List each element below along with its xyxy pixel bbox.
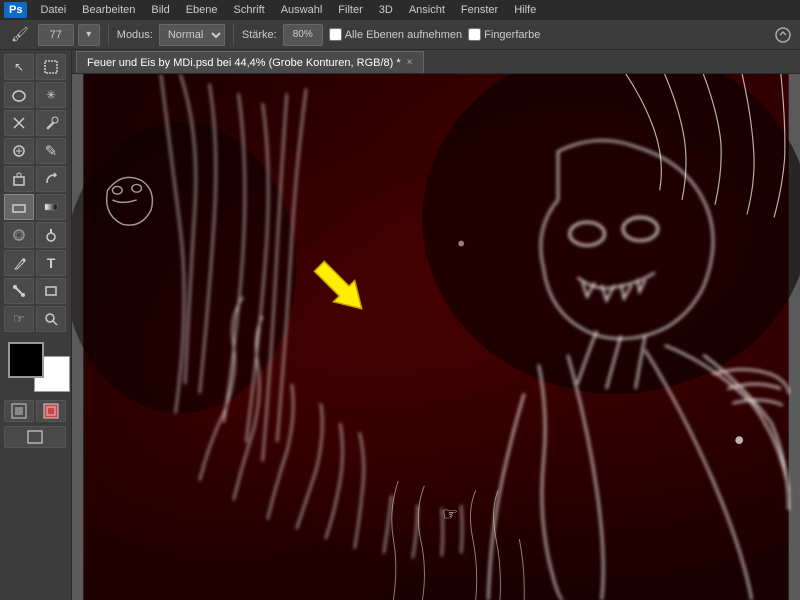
tool-row-1: ↖ bbox=[4, 54, 67, 80]
blur-tool[interactable] bbox=[4, 222, 34, 248]
tool-row-7 bbox=[4, 222, 67, 248]
path-selection-tool[interactable] bbox=[4, 278, 34, 304]
modus-select[interactable]: Normal bbox=[159, 24, 225, 46]
options-bar: 🖌 77 ▾ Modus: Normal Stärke: 80% Alle Eb… bbox=[0, 20, 800, 50]
tool-row-2: ✳ bbox=[4, 82, 67, 108]
fingerfarbe-label: Fingerfarbe bbox=[484, 29, 540, 41]
brush-tool[interactable]: ✎ bbox=[36, 138, 66, 164]
tool-row-10: ☞ bbox=[4, 306, 67, 332]
divider-2 bbox=[233, 25, 234, 45]
zoom-tool[interactable] bbox=[36, 306, 66, 332]
menu-bild[interactable]: Bild bbox=[144, 2, 176, 18]
gradient-tool[interactable] bbox=[36, 194, 66, 220]
tool-row-6 bbox=[4, 194, 67, 220]
tool-row-4: ✎ bbox=[4, 138, 67, 164]
move-tool[interactable]: ↖ bbox=[4, 54, 34, 80]
pen-tool[interactable] bbox=[4, 250, 34, 276]
modus-label: Modus: bbox=[117, 29, 153, 41]
brush-icon-btn[interactable]: 🖌 bbox=[6, 24, 34, 46]
artwork-image bbox=[72, 74, 800, 600]
color-swatches[interactable] bbox=[8, 342, 70, 392]
staerke-value[interactable]: 80% bbox=[283, 24, 323, 46]
menu-ebene[interactable]: Ebene bbox=[179, 2, 225, 18]
menu-datei[interactable]: Datei bbox=[33, 2, 73, 18]
menu-bar: Ps Datei Bearbeiten Bild Ebene Schrift A… bbox=[0, 0, 800, 20]
canvas-area: Feuer und Eis by MDi.psd bei 44,4% (Grob… bbox=[72, 50, 800, 600]
menu-schrift[interactable]: Schrift bbox=[227, 2, 272, 18]
toolbox: ↖ ✳ ✎ bbox=[0, 50, 72, 600]
pressure-btn[interactable] bbox=[772, 24, 794, 46]
screen-mode-row bbox=[4, 426, 67, 448]
document-tab[interactable]: Feuer und Eis by MDi.psd bei 44,4% (Grob… bbox=[76, 51, 424, 73]
menu-ansicht[interactable]: Ansicht bbox=[402, 2, 452, 18]
tool-row-5 bbox=[4, 166, 67, 192]
brush-size-btn[interactable]: 77 bbox=[38, 24, 74, 46]
magic-wand-tool[interactable]: ✳ bbox=[36, 82, 66, 108]
canvas-wrapper[interactable]: ☞ bbox=[72, 74, 800, 600]
quick-mask-off[interactable] bbox=[4, 400, 34, 422]
ps-logo: Ps bbox=[4, 2, 27, 18]
stamp-tool[interactable] bbox=[4, 166, 34, 192]
main-area: ↖ ✳ ✎ bbox=[0, 50, 800, 600]
menu-filter[interactable]: Filter bbox=[331, 2, 369, 18]
history-brush-tool[interactable] bbox=[36, 166, 66, 192]
hand-tool[interactable]: ☞ bbox=[4, 306, 34, 332]
fingerfarbe-group: Fingerfarbe bbox=[468, 28, 540, 41]
tab-bar: Feuer und Eis by MDi.psd bei 44,4% (Grob… bbox=[72, 50, 800, 74]
eraser-tool[interactable] bbox=[4, 194, 34, 220]
tool-row-8: T bbox=[4, 250, 67, 276]
menu-hilfe[interactable]: Hilfe bbox=[507, 2, 543, 18]
dodge-tool[interactable] bbox=[36, 222, 66, 248]
lasso-tool[interactable] bbox=[4, 82, 34, 108]
shape-tool[interactable] bbox=[36, 278, 66, 304]
mode-row bbox=[4, 400, 67, 422]
menu-fenster[interactable]: Fenster bbox=[454, 2, 505, 18]
alle-ebenen-label: Alle Ebenen aufnehmen bbox=[345, 29, 462, 41]
crop-tool[interactable] bbox=[4, 110, 34, 136]
divider-1 bbox=[108, 25, 109, 45]
text-tool[interactable]: T bbox=[36, 250, 66, 276]
brush-preset-btn[interactable]: ▾ bbox=[78, 24, 100, 46]
healing-tool[interactable] bbox=[4, 138, 34, 164]
tab-title: Feuer und Eis by MDi.psd bei 44,4% (Grob… bbox=[87, 57, 401, 69]
eyedropper-tool[interactable] bbox=[36, 110, 66, 136]
tool-row-9 bbox=[4, 278, 67, 304]
fingerfarbe-checkbox[interactable] bbox=[468, 28, 481, 41]
staerke-label: Stärke: bbox=[242, 29, 277, 41]
tab-close-btn[interactable]: × bbox=[407, 57, 413, 68]
alle-ebenen-checkbox[interactable] bbox=[329, 28, 342, 41]
marquee-tool[interactable] bbox=[36, 54, 66, 80]
menu-3d[interactable]: 3D bbox=[372, 2, 400, 18]
menu-auswahl[interactable]: Auswahl bbox=[274, 2, 330, 18]
screen-mode-btn[interactable] bbox=[4, 426, 66, 448]
tool-row-3 bbox=[4, 110, 67, 136]
foreground-color[interactable] bbox=[8, 342, 44, 378]
alle-ebenen-group: Alle Ebenen aufnehmen bbox=[329, 28, 462, 41]
quick-mask-on[interactable] bbox=[36, 400, 66, 422]
menu-bearbeiten[interactable]: Bearbeiten bbox=[75, 2, 142, 18]
